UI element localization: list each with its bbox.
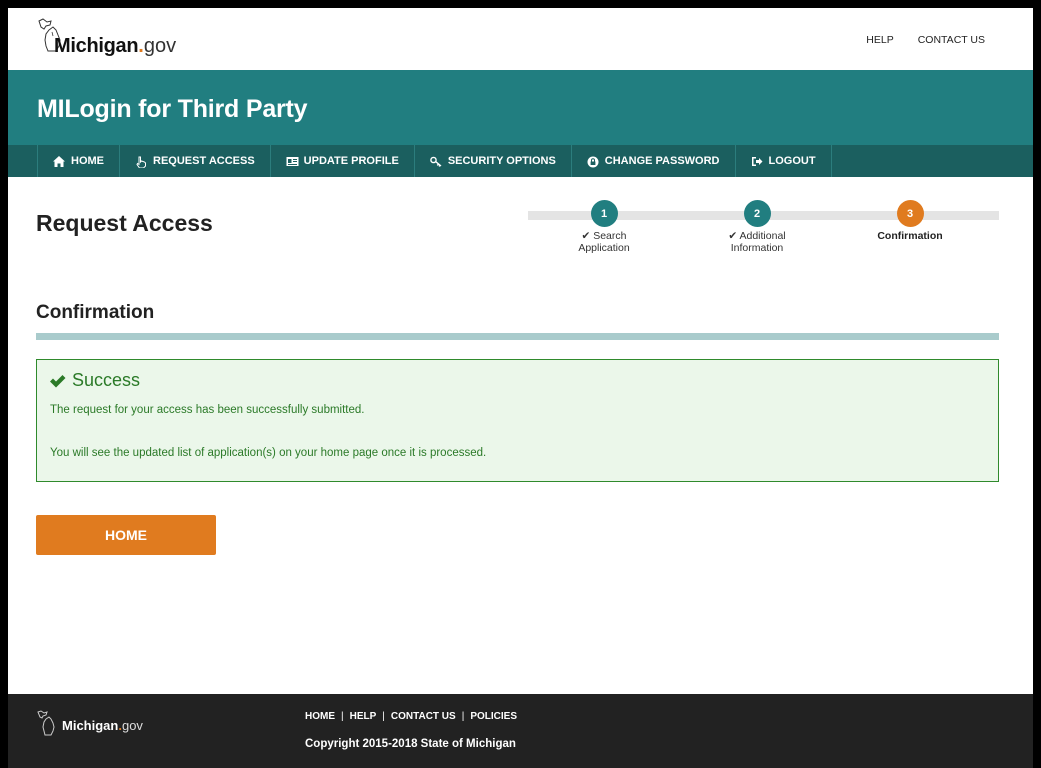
alert-message-secondary: You will see the updated list of applica…: [50, 447, 487, 459]
help-link[interactable]: HELP: [866, 34, 893, 46]
id-card-icon: [286, 156, 299, 167]
top-bar: Michigan.gov HELP CONTACT US: [8, 8, 1033, 70]
nav-item-label: LOGOUT: [768, 155, 816, 167]
sign-out-icon: [751, 156, 763, 167]
nav-item-change-password[interactable]: CHANGE PASSWORD: [572, 145, 736, 177]
nav-item-label: UPDATE PROFILE: [303, 155, 399, 167]
contact-us-link[interactable]: CONTACT US: [918, 34, 985, 46]
footer-links: HOME | HELP | CONTACT US | POLICIES: [305, 711, 517, 722]
footer-help-link[interactable]: HELP: [350, 711, 377, 722]
footer-separator: |: [461, 711, 465, 722]
nav-item-label: CHANGE PASSWORD: [604, 155, 720, 167]
key-icon: [430, 156, 442, 167]
step-label-line2: Information: [730, 242, 784, 254]
app-title: MILogin for Third Party: [37, 95, 308, 123]
main-nav: HOME REQUEST ACCESS UPDATE PROFILE SECUR…: [8, 145, 1033, 177]
step-label: Confirmation: [877, 230, 943, 242]
page-frame: Michigan.gov HELP CONTACT US MILogin for…: [8, 8, 1033, 768]
nav-item-security-options[interactable]: SECURITY OPTIONS: [415, 145, 572, 177]
footer-separator: |: [382, 711, 385, 722]
lock-icon: [587, 156, 599, 167]
footer-home-link[interactable]: HOME: [305, 711, 335, 722]
nav-item-label: REQUEST ACCESS: [153, 155, 255, 167]
step-label: ✔ Search: [581, 230, 627, 242]
hand-pointer-icon: [135, 156, 147, 168]
nav-item-label: HOME: [71, 155, 104, 167]
step-label-line2: Application: [578, 242, 630, 254]
footer-contact-us-link[interactable]: CONTACT US: [391, 711, 456, 722]
app-banner: MILogin for Third Party: [8, 70, 1033, 145]
alert-heading: Success: [49, 370, 140, 391]
footer-logo[interactable]: Michigan.gov: [36, 710, 143, 741]
progress-stepper: 1 ✔ Search Application 2 ✔ Additional In…: [528, 200, 999, 270]
home-button[interactable]: HOME: [36, 515, 216, 555]
success-alert: Success The request for your access has …: [36, 359, 999, 482]
step-number: 3: [896, 200, 924, 227]
step-additional-information: 2 ✔ Additional Information: [707, 200, 807, 254]
page-title: Request Access: [36, 210, 213, 236]
step-number: 2: [743, 200, 771, 227]
utility-links: HELP CONTACT US: [866, 34, 985, 46]
nav-item-logout[interactable]: LOGOUT: [736, 145, 832, 177]
home-icon: [53, 155, 65, 167]
footer-separator: |: [341, 711, 344, 722]
checkmark-icon: [50, 374, 66, 387]
copyright-text: Copyright 2015-2018 State of Michigan: [305, 738, 516, 750]
logo-suffix: gov: [143, 35, 177, 57]
footer-logo-brand: Michigan: [62, 718, 119, 733]
alert-heading-text: Success: [72, 370, 141, 390]
step-number: 1: [590, 200, 618, 227]
footer-logo-suffix: gov: [121, 718, 143, 733]
logo-brand: Michigan: [54, 35, 139, 57]
section-divider: [36, 333, 999, 340]
step-confirmation: 3 Confirmation: [860, 200, 960, 242]
section-title: Confirmation: [36, 302, 155, 323]
nav-item-label: SECURITY OPTIONS: [447, 155, 556, 167]
nav-item-request-access[interactable]: REQUEST ACCESS: [120, 145, 271, 177]
footer: Michigan.gov HOME | HELP | CONTACT US | POLICI…: [8, 694, 1033, 768]
alert-message: The request for your access has been suc…: [50, 404, 365, 416]
footer-policies-link[interactable]: POLICIES: [470, 711, 517, 722]
michigan-gov-logo[interactable]: Michigan.gov: [34, 18, 176, 58]
nav-item-update-profile[interactable]: UPDATE PROFILE: [271, 145, 415, 177]
step-search-application: 1 ✔ Search Application: [554, 200, 654, 254]
michigan-map-icon: [37, 710, 55, 736]
nav-item-home[interactable]: HOME: [38, 145, 120, 177]
step-label: ✔ Additional: [728, 230, 786, 242]
